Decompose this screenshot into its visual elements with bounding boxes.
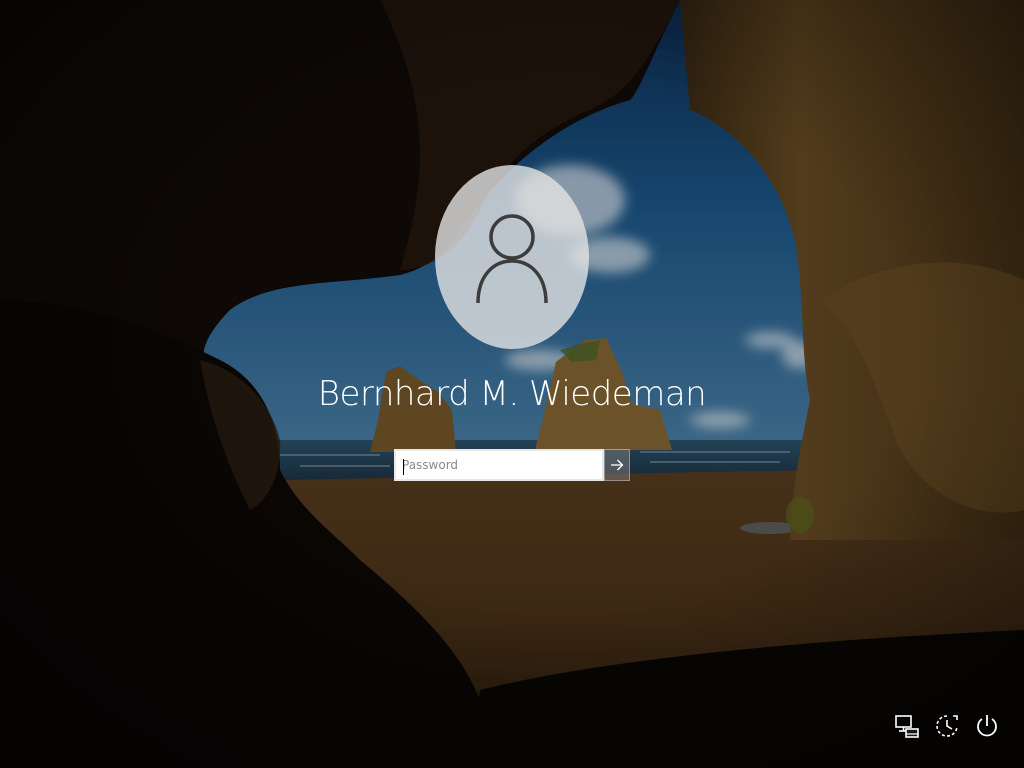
network-icon — [895, 715, 919, 738]
user-display-name: Bernhard M. Wiedeman — [317, 374, 707, 414]
network-button[interactable] — [894, 712, 920, 740]
ease-of-access-button[interactable] — [934, 712, 960, 740]
lock-screen: Bernhard M. Wiedeman — [0, 0, 1024, 768]
power-button[interactable] — [974, 712, 1000, 740]
power-icon — [977, 715, 997, 737]
arrow-right-icon — [611, 459, 624, 471]
password-row — [394, 449, 630, 481]
user-silhouette-icon — [476, 214, 548, 304]
text-caret — [403, 459, 404, 475]
password-input[interactable] — [402, 451, 602, 479]
submit-button[interactable] — [604, 449, 630, 481]
lock-screen-controls — [894, 712, 1000, 740]
user-avatar — [435, 165, 589, 349]
password-field[interactable] — [394, 449, 604, 481]
ease-of-access-icon — [936, 715, 958, 737]
